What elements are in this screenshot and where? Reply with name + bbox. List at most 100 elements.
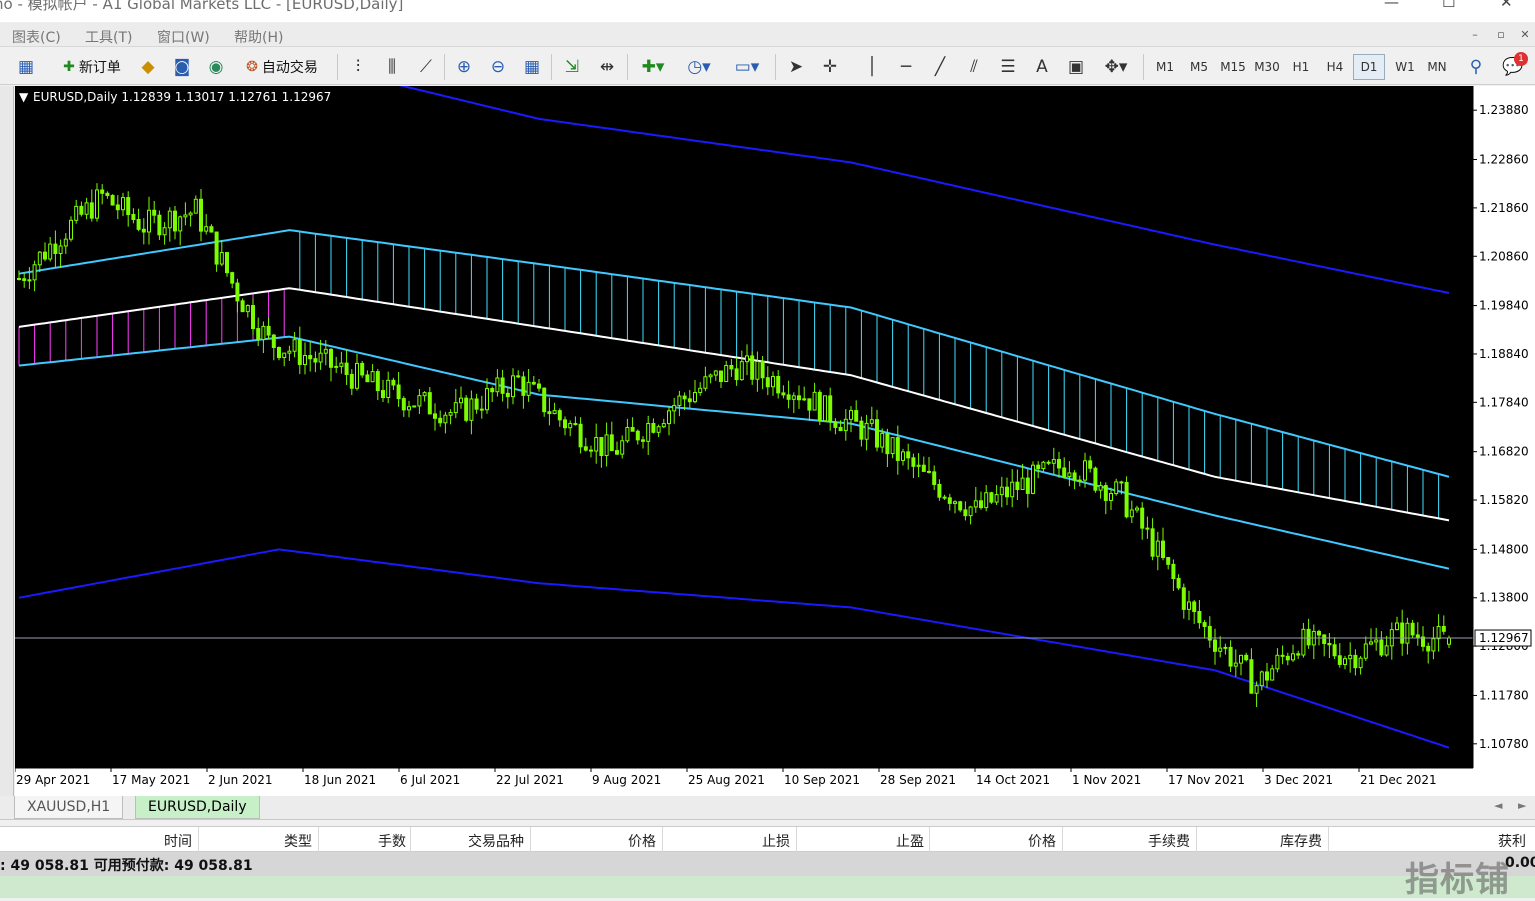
candle-body bbox=[781, 392, 786, 396]
timeframe-m5[interactable]: M5 bbox=[1183, 54, 1215, 80]
close-button[interactable]: ✕ bbox=[1500, 0, 1513, 10]
col-profit[interactable]: 获利 bbox=[1484, 831, 1526, 851]
col-commission[interactable]: 手续费 bbox=[1136, 831, 1190, 851]
chart-tab-bar: XAUUSD,H1 EURUSD,Daily ◄ ► bbox=[0, 796, 1535, 820]
candle-body bbox=[776, 375, 781, 394]
arrows-icon[interactable]: ✥▾ bbox=[1098, 54, 1134, 80]
candle-body bbox=[521, 376, 526, 396]
maximize-button[interactable]: ☐ bbox=[1442, 0, 1455, 10]
text-icon[interactable]: A bbox=[1030, 54, 1054, 80]
timeframe-m30[interactable]: M30 bbox=[1251, 54, 1283, 80]
trendline-icon[interactable]: ╱ bbox=[928, 54, 952, 80]
candle-body bbox=[1369, 641, 1373, 645]
menu-window[interactable]: 窗口(W) bbox=[157, 27, 210, 47]
candle-body bbox=[994, 494, 999, 503]
col-take-profit[interactable]: 止盈 bbox=[882, 831, 924, 851]
horizontal-line-icon[interactable]: ─ bbox=[894, 54, 918, 80]
vertical-line-icon[interactable]: │ bbox=[860, 54, 884, 80]
line-chart-icon[interactable]: ⟋ bbox=[414, 54, 438, 80]
mdi-restore-button[interactable]: ▫ bbox=[1492, 27, 1510, 43]
candle-body bbox=[27, 279, 32, 282]
price-chart[interactable]: 1.23880 1.22860 1.21860 1.20860 1.19840 1.188… bbox=[15, 86, 1535, 796]
time-tick-label: 18 Jun 2021 bbox=[304, 773, 376, 787]
candle-body bbox=[661, 423, 666, 428]
col-swap[interactable]: 库存费 bbox=[1268, 831, 1322, 851]
candle-body bbox=[1270, 668, 1275, 681]
tab-scroll-right-icon[interactable]: ► bbox=[1518, 799, 1526, 812]
candle-body bbox=[339, 362, 344, 367]
bar-chart-icon[interactable]: ⫶ bbox=[346, 54, 370, 80]
indicators-icon[interactable]: ✚▾ bbox=[636, 54, 670, 80]
auto-trade-button[interactable]: ❂ 自动交易 bbox=[236, 54, 328, 80]
candlestick-icon[interactable]: ⫼ bbox=[380, 54, 404, 80]
tab-xauusd-h1[interactable]: XAUUSD,H1 bbox=[14, 796, 124, 819]
col-time[interactable]: 时间 bbox=[150, 831, 192, 851]
candle-body bbox=[1244, 654, 1249, 661]
candle-body bbox=[578, 423, 583, 448]
candle-body bbox=[256, 328, 261, 341]
plot-background bbox=[15, 86, 1473, 768]
candle-body bbox=[1405, 622, 1410, 644]
candle-body bbox=[797, 395, 801, 401]
timeframe-w1[interactable]: W1 bbox=[1389, 54, 1421, 80]
candle-body bbox=[989, 492, 994, 503]
templates-icon[interactable]: ▭▾ bbox=[728, 54, 766, 80]
minimize-button[interactable]: — bbox=[1384, 0, 1399, 10]
candle-body bbox=[1202, 622, 1207, 627]
time-tick-label: 21 Dec 2021 bbox=[1360, 773, 1437, 787]
col-price[interactable]: 价格 bbox=[1014, 831, 1056, 851]
notifications-icon[interactable]: 💬 1 bbox=[1498, 52, 1528, 80]
auto-scroll-icon[interactable]: ⇲ bbox=[560, 54, 584, 80]
candle-body bbox=[516, 375, 521, 378]
menu-help[interactable]: 帮助(H) bbox=[234, 27, 283, 47]
price-tick-label: 1.15820 bbox=[1479, 493, 1529, 507]
candle-body bbox=[526, 381, 531, 396]
candle-body bbox=[984, 492, 989, 509]
candle-body bbox=[121, 197, 125, 211]
fibonacci-icon[interactable]: ☰ bbox=[996, 54, 1020, 80]
mdi-minimize-button[interactable]: – bbox=[1466, 27, 1484, 43]
periods-icon[interactable]: ◷▾ bbox=[682, 54, 716, 80]
chart-window: 1.23880 1.22860 1.21860 1.20860 1.19840 1.188… bbox=[0, 86, 1535, 796]
zoom-out-icon[interactable]: ⊖ bbox=[486, 54, 510, 80]
tab-eurusd-daily[interactable]: EURUSD,Daily bbox=[135, 796, 260, 819]
col-volume[interactable]: 手数 bbox=[364, 831, 406, 851]
timeframe-h1[interactable]: H1 bbox=[1285, 54, 1317, 80]
timeframe-m1[interactable]: M1 bbox=[1149, 54, 1181, 80]
chart-shift-icon[interactable]: ⇹ bbox=[595, 54, 619, 80]
candle-body bbox=[916, 464, 921, 467]
market-watch-icon[interactable]: ◙ bbox=[170, 54, 194, 80]
timeframe-mn[interactable]: MN bbox=[1421, 54, 1453, 80]
candle-body bbox=[422, 392, 427, 397]
candle-body bbox=[48, 243, 53, 260]
candle-body bbox=[219, 252, 224, 265]
text-label-icon[interactable]: ▣ bbox=[1064, 54, 1088, 80]
tile-windows-icon[interactable]: ▦ bbox=[520, 54, 544, 80]
chart-properties-icon[interactable]: ▦ bbox=[14, 54, 38, 80]
cursor-icon[interactable]: ➤ bbox=[784, 54, 808, 80]
candle-body bbox=[979, 500, 983, 509]
candle-body bbox=[1155, 540, 1160, 557]
search-icon[interactable]: ⚲ bbox=[1464, 54, 1488, 80]
new-order-button[interactable]: ✚ 新订单 bbox=[56, 54, 128, 80]
col-symbol[interactable]: 交易品种 bbox=[460, 831, 524, 851]
candle-body bbox=[1306, 628, 1311, 646]
candle-body bbox=[1249, 659, 1254, 694]
tab-scroll-left-icon[interactable]: ◄ bbox=[1494, 799, 1502, 812]
zoom-in-icon[interactable]: ⊕ bbox=[452, 54, 476, 80]
candle-body bbox=[729, 364, 734, 370]
col-type[interactable]: 类型 bbox=[270, 831, 312, 851]
menu-tools[interactable]: 工具(T) bbox=[85, 27, 132, 47]
col-stop-loss[interactable]: 止损 bbox=[748, 831, 790, 851]
channel-icon[interactable]: ⫽ bbox=[962, 54, 986, 80]
timeframe-d1[interactable]: D1 bbox=[1353, 54, 1385, 80]
signals-icon[interactable]: ◉ bbox=[204, 54, 228, 80]
crosshair-icon[interactable]: ✛ bbox=[818, 54, 842, 80]
candle-body bbox=[63, 238, 68, 247]
timeframe-h4[interactable]: H4 bbox=[1319, 54, 1351, 80]
gold-icon[interactable]: ◆ bbox=[136, 54, 160, 80]
mdi-close-button[interactable]: ✕ bbox=[1516, 27, 1534, 43]
menu-chart[interactable]: 图表(C) bbox=[12, 27, 61, 47]
col-open-price[interactable]: 价格 bbox=[614, 831, 656, 851]
timeframe-m15[interactable]: M15 bbox=[1217, 54, 1249, 80]
